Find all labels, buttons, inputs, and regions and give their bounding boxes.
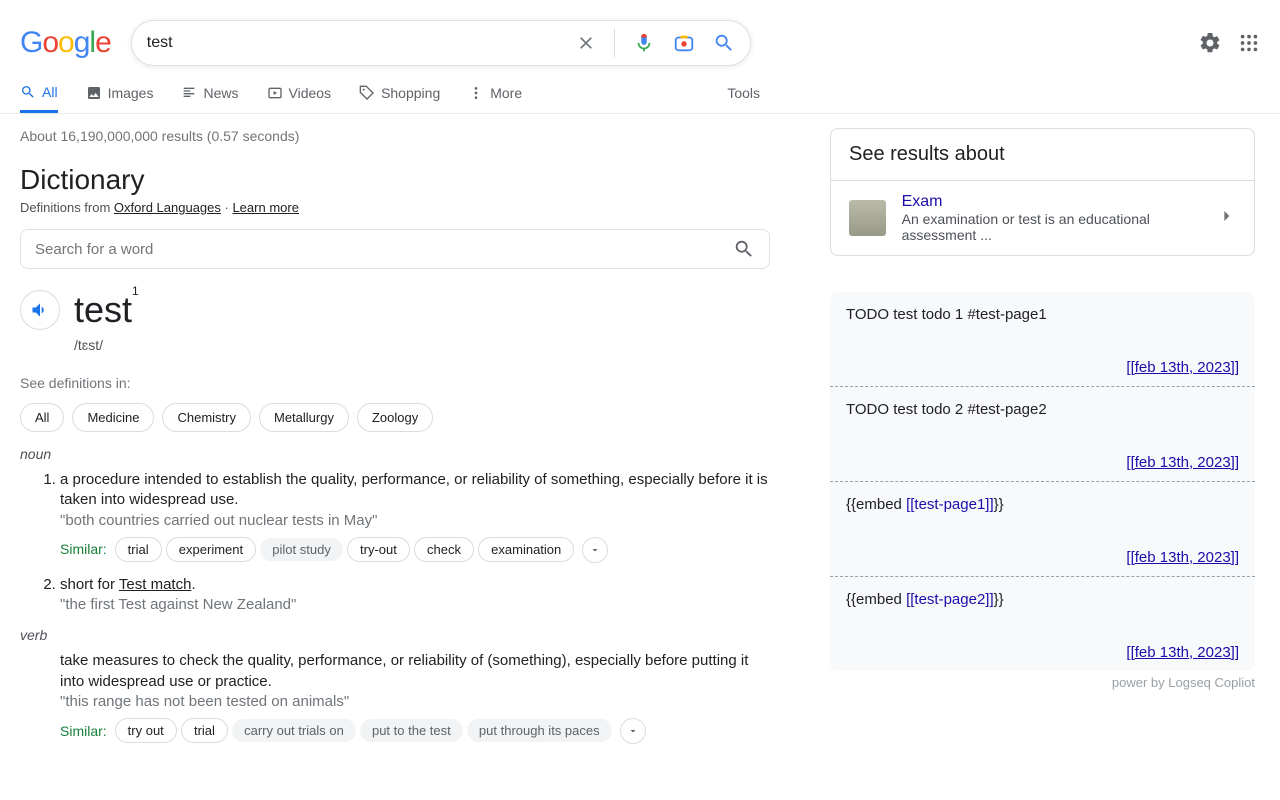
chevron-right-icon — [1216, 206, 1236, 231]
logseq-card-text: {{embed [[test-page1]]}} — [846, 496, 1239, 513]
speaker-icon — [30, 300, 50, 320]
tab-videos[interactable]: Videos — [267, 85, 332, 113]
more-icon — [468, 85, 484, 101]
logseq-date-link[interactable]: [[feb 13th, 2023]] — [846, 454, 1239, 471]
definition-item: short for Test match. "the first Test ag… — [60, 575, 770, 616]
logseq-date-link[interactable]: [[feb 13th, 2023]] — [846, 359, 1239, 376]
pronounce-button[interactable] — [20, 290, 60, 330]
chevron-down-icon — [589, 544, 601, 556]
tab-images[interactable]: Images — [86, 85, 154, 113]
google-logo[interactable]: Google — [20, 26, 111, 60]
search-icon — [20, 84, 36, 100]
logseq-panel: TODO test todo 1 #test-page1 [[feb 13th, … — [830, 292, 1255, 671]
pos-noun: noun — [20, 446, 770, 462]
tab-label: More — [490, 85, 522, 101]
source-link[interactable]: Oxford Languages — [114, 200, 221, 215]
chevron-down-icon — [627, 725, 639, 737]
kp-thumbnail — [849, 200, 886, 236]
video-icon — [267, 85, 283, 101]
kp-item-title: Exam — [902, 193, 1200, 211]
search-box[interactable] — [131, 20, 751, 66]
logseq-card[interactable]: {{embed [[test-page2]]}} [[feb 13th, 2023… — [830, 577, 1255, 671]
tab-all[interactable]: All — [20, 84, 58, 113]
tab-label: Shopping — [381, 85, 440, 101]
definition-item: take measures to check the quality, perf… — [20, 651, 770, 744]
logseq-card[interactable]: {{embed [[test-page1]]}} [[feb 13th, 2023… — [830, 482, 1255, 577]
logseq-page-link[interactable]: [[test-page2]] — [906, 591, 994, 608]
clear-icon[interactable] — [576, 33, 596, 53]
similar-chip[interactable]: trial — [181, 718, 228, 743]
learn-more-link[interactable]: Learn more — [232, 200, 298, 215]
apps-icon[interactable] — [1238, 32, 1260, 54]
similar-chip[interactable]: put to the test — [360, 719, 463, 742]
tab-more[interactable]: More — [468, 85, 522, 113]
tab-label: Images — [108, 85, 154, 101]
tab-label: News — [203, 85, 238, 101]
similar-chip[interactable]: try out — [115, 718, 177, 743]
logseq-card-text: TODO test todo 2 #test-page2 — [846, 401, 1239, 418]
expand-button[interactable] — [582, 537, 608, 563]
similar-chip[interactable]: examination — [478, 537, 574, 562]
logseq-card-text: {{embed [[test-page2]]}} — [846, 591, 1239, 608]
similar-chip[interactable]: pilot study — [260, 538, 343, 561]
dictionary-heading: Dictionary — [20, 164, 770, 196]
similar-label: Similar: — [60, 540, 107, 559]
similar-chip[interactable]: trial — [115, 537, 162, 562]
similar-chip[interactable]: try-out — [347, 537, 410, 562]
logseq-card-text: TODO test todo 1 #test-page1 — [846, 306, 1239, 323]
image-icon — [86, 85, 102, 101]
search-icon — [733, 238, 755, 260]
search-icon[interactable] — [713, 32, 735, 54]
gear-icon[interactable] — [1198, 31, 1222, 55]
headword: test1 — [74, 289, 139, 331]
divider — [614, 29, 615, 57]
domain-chip[interactable]: Zoology — [357, 403, 433, 432]
similar-chip[interactable]: carry out trials on — [232, 719, 356, 742]
tab-news[interactable]: News — [181, 85, 238, 113]
logseq-page-link[interactable]: [[test-page1]] — [906, 496, 994, 513]
logseq-card[interactable]: TODO test todo 2 #test-page2 [[feb 13th, … — [830, 387, 1255, 482]
image-search-icon[interactable] — [673, 32, 695, 54]
definition-item: a procedure intended to establish the qu… — [60, 470, 770, 563]
voice-search-icon[interactable] — [633, 32, 655, 54]
test-match-link[interactable]: Test match — [119, 576, 192, 593]
similar-label: Similar: — [60, 722, 107, 741]
pos-verb: verb — [20, 627, 770, 643]
word-search-box[interactable] — [20, 229, 770, 269]
similar-chip[interactable]: check — [414, 537, 474, 562]
similar-chip[interactable]: experiment — [166, 537, 256, 562]
logseq-card[interactable]: TODO test todo 1 #test-page1 [[feb 13th, … — [830, 292, 1255, 387]
domain-chip[interactable]: Metallurgy — [259, 403, 349, 432]
domain-chip[interactable]: All — [20, 403, 64, 432]
word-search-input[interactable] — [35, 241, 733, 258]
news-icon — [181, 85, 197, 101]
tab-label: Videos — [289, 85, 332, 101]
kp-heading: See results about — [831, 129, 1254, 181]
pronunciation: /tɛst/ — [74, 337, 770, 353]
search-input[interactable] — [147, 34, 576, 52]
result-stats: About 16,190,000,000 results (0.57 secon… — [20, 128, 770, 144]
logseq-date-link[interactable]: [[feb 13th, 2023]] — [846, 549, 1239, 566]
tools-button[interactable]: Tools — [727, 85, 760, 113]
domain-chip[interactable]: Chemistry — [162, 403, 251, 432]
see-definitions-label: See definitions in: — [20, 375, 770, 391]
tag-icon — [359, 85, 375, 101]
dictionary-source: Definitions from Oxford Languages · Lear… — [20, 200, 770, 215]
expand-button[interactable] — [620, 718, 646, 744]
logseq-date-link[interactable]: [[feb 13th, 2023]] — [846, 644, 1239, 661]
knowledge-panel: See results about Exam An examination or… — [830, 128, 1255, 256]
kp-item-desc: An examination or test is an educational… — [902, 211, 1200, 243]
logseq-power: power by Logseq Copliot — [830, 675, 1255, 690]
similar-chip[interactable]: put through its paces — [467, 719, 612, 742]
kp-item-exam[interactable]: Exam An examination or test is an educat… — [831, 181, 1254, 255]
tab-shopping[interactable]: Shopping — [359, 85, 440, 113]
tab-label: All — [42, 84, 58, 100]
domain-chip[interactable]: Medicine — [72, 403, 154, 432]
